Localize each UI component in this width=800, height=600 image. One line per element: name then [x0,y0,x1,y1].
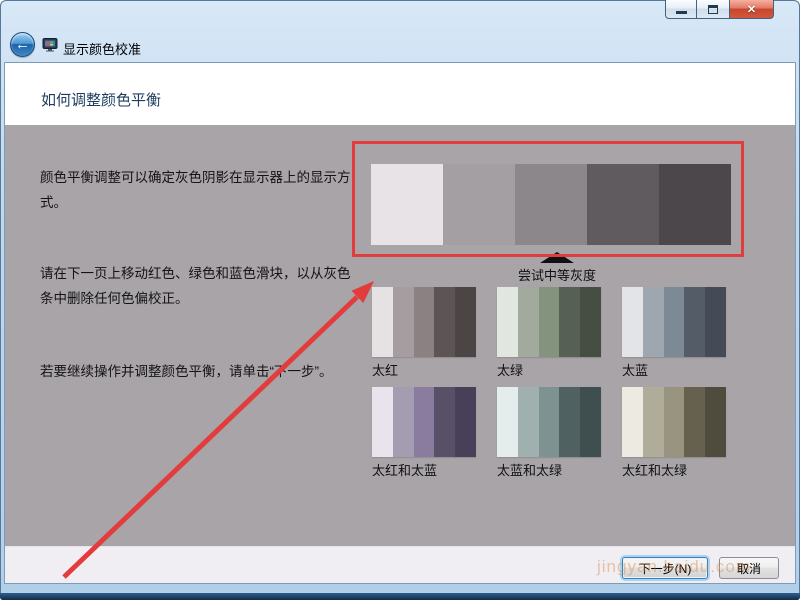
color-stripe [455,287,476,357]
window-title: 显示颜色校准 [63,39,141,58]
arrow-left-icon: ← [15,36,30,53]
color-sample-label: 太红和太绿 [622,460,726,477]
color-sample-bars [622,287,726,357]
color-stripe [539,287,560,357]
next-button[interactable]: 下一步(N) [622,557,708,579]
color-stripe [643,387,664,457]
back-button[interactable]: ← [10,32,35,57]
color-stripe [414,287,435,357]
color-sample-too-red: 太红 [372,287,476,377]
color-sample-bars [497,287,601,357]
color-sample-too-blue-green: 太蓝和太绿 [497,387,601,477]
color-stripe [622,387,643,457]
color-sample-bars [497,387,601,457]
color-stripe [539,387,560,457]
wizard-page: 如何调整颜色平衡 颜色平衡调整可以确定灰色阴影在显示器上的显示方式。 请在下一页… [4,62,796,584]
monitor-icon [42,37,58,53]
color-sample-label: 太红和太蓝 [372,460,476,477]
minimize-button[interactable] [665,0,696,19]
color-stripe [559,287,580,357]
page-title: 如何调整颜色平衡 [5,63,795,110]
annotation-highlight-box [352,141,744,257]
color-sample-too-red-green: 太红和太绿 [622,387,726,477]
color-stripe [372,387,393,457]
cancel-button[interactable]: 取消 [719,557,779,579]
maximize-button[interactable] [696,0,729,19]
page-body: 颜色平衡调整可以确定灰色阴影在显示器上的显示方式。 请在下一页上移动红色、绿色和… [5,125,795,546]
minimize-icon [676,11,687,14]
color-sample-label: 太蓝 [622,360,726,377]
color-stripe [643,287,664,357]
page-header: 如何调整颜色平衡 [5,63,795,125]
color-stripe [705,287,726,357]
color-sample-too-red-blue: 太红和太蓝 [372,387,476,477]
color-stripe [559,387,580,457]
color-stripe [414,387,435,457]
color-stripe [497,387,518,457]
instruction-paragraph: 若要继续操作并调整颜色平衡，请单击“下一步”。 [40,359,360,384]
color-stripe [455,387,476,457]
color-stripe [664,387,685,457]
color-stripe [434,287,455,357]
color-stripe [684,287,705,357]
color-stripe [434,387,455,457]
color-stripe [518,387,539,457]
color-stripe [684,387,705,457]
color-sample-label: 太红 [372,360,476,377]
color-stripe [622,287,643,357]
color-sample-label: 太蓝和太绿 [497,460,601,477]
maximize-icon [708,5,718,14]
close-button[interactable]: ✕ [729,0,774,19]
midtone-marker-label: 尝试中等灰度 [467,265,647,284]
color-stripe [372,287,393,357]
color-stripe [705,387,726,457]
color-sample-bars [372,387,476,457]
color-sample-bars [622,387,726,457]
instruction-paragraph: 颜色平衡调整可以确定灰色阴影在显示器上的显示方式。 [40,165,360,215]
color-sample-label: 太绿 [497,360,601,377]
display-color-calibration-window: ✕ ← 显示颜色校准 如何调整颜色平衡 颜色平衡调整可以确定灰色阴影在显示器上的… [0,0,800,600]
color-sample-bars [372,287,476,357]
color-stripe [580,287,601,357]
color-stripe [497,287,518,357]
instruction-paragraph: 请在下一页上移动红色、绿色和蓝色滑块，以从灰色条中删除任何色偏校正。 [40,261,360,311]
color-stripe [664,287,685,357]
color-stripe [518,287,539,357]
window-controls: ✕ [665,0,774,19]
close-icon: ✕ [747,3,756,16]
color-cast-samples: 太红 太绿 太蓝 太红和太蓝 太蓝和太绿 [372,287,726,477]
color-stripe [393,287,414,357]
color-stripe [393,387,414,457]
color-stripe [580,387,601,457]
color-sample-too-green: 太绿 [497,287,601,377]
color-sample-too-blue: 太蓝 [622,287,726,377]
button-bar: jingyan.baidu.com 下一步(N) 取消 [5,546,795,583]
